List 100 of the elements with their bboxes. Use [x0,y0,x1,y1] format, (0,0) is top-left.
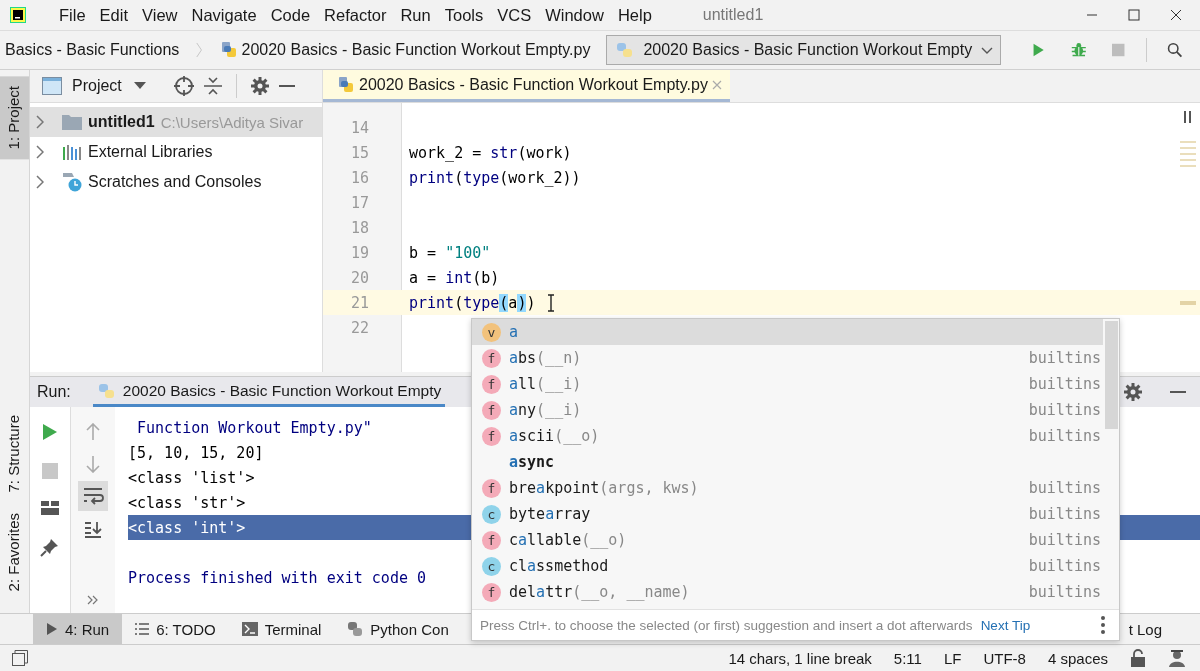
more-icon[interactable] [87,595,99,605]
suggestion[interactable]: a [509,323,519,341]
search-icon[interactable] [1167,40,1183,60]
tool-window-tab[interactable]: 1: Project [0,76,29,160]
suggestion[interactable]: delattr(__o, __name) [509,583,690,601]
suggestion[interactable]: bytea rray [509,505,591,523]
menu-item[interactable]: File [52,5,93,25]
suggestion[interactable]: ascii(__o) [509,427,600,445]
next-tip-link[interactable]: Next Tip [980,617,1031,633]
run-icon[interactable] [42,423,58,441]
run-icon[interactable] [1032,41,1045,59]
maximize-icon[interactable] [1128,9,1140,21]
breadcrumb[interactable]: 20020 Basics - Basic Function Workout Empty.py [219,41,591,59]
hint-text: Press Ctrl+. to choose the selected (or first) suggestion and insert a dot afterwards [480,617,973,633]
suggestion-source: builtins [1028,479,1101,497]
play-icon [46,622,58,636]
type-badge: f [482,478,501,498]
suggestion-source: builtins [1028,401,1101,419]
collapse-icon[interactable] [203,76,222,96]
person-icon[interactable] [1168,649,1186,667]
suggestion[interactable]: callable(__o) [509,531,627,549]
scroll-to-end-icon[interactable] [83,519,103,539]
tool-window-tab[interactable]: 2: Favorites [0,502,29,601]
suggestion-source: builtins [1028,505,1101,523]
terminal-icon [241,622,258,636]
menu-item[interactable]: Help [610,5,659,25]
window-icon [42,77,62,95]
menu-item[interactable]: Navigate [184,5,264,25]
type-badge: f [482,400,501,420]
tool-window-tab[interactable]: 7: Structure [0,405,29,503]
app-logo-icon [10,7,26,23]
minimize-icon[interactable] [1170,390,1186,394]
menu-item[interactable]: Tools [437,5,491,25]
menu-item[interactable]: Edit [92,5,136,25]
suggestion[interactable]: classmethod [509,557,609,575]
code-line: a = int(b) [409,268,500,287]
tool-window-tab[interactable]: 4: Run [33,614,123,644]
line-number: 16 [349,168,369,187]
layout-icon[interactable] [41,501,59,515]
line-number: 19 [349,243,369,262]
minimize-icon[interactable] [278,84,295,88]
chevron-down-icon [980,45,995,55]
suggestion[interactable]: async [509,453,555,471]
tree-item[interactable]: Scratches and Consoles [88,173,262,191]
line-number: 17 [349,193,369,212]
chevron-icon[interactable] [36,175,44,189]
tree-item[interactable]: untitled1 [88,113,155,131]
python-file-icon [219,41,238,59]
run-configuration-dropdown[interactable]: 20020 Basics - Basic Function Workout Empty [606,35,1002,65]
menu-item[interactable]: VCS [490,5,539,25]
gear-icon[interactable] [1124,383,1142,401]
status-item[interactable]: 4 spaces [1047,649,1108,667]
panel-title[interactable]: Project [72,77,122,95]
menu-item[interactable]: Run [393,5,438,25]
gear-icon[interactable] [250,77,269,95]
chevron-icon[interactable] [36,115,44,129]
suggestion[interactable]: breakpoint(args, kws) [509,479,699,497]
code-line: b = "100" [409,243,491,262]
menu-item[interactable]: Window [538,5,611,25]
pin-icon[interactable] [40,537,60,557]
tool-window-tab[interactable]: 6: TODO [122,614,229,644]
chevron-icon[interactable] [36,145,44,159]
console-line: [5, 10, 15, 20] [128,443,264,462]
more-icon[interactable] [1101,616,1105,634]
scroll-markers-icon [1180,141,1196,167]
tool-window-tab[interactable]: Terminal [228,614,335,644]
status-item[interactable]: UTF-8 [983,649,1026,667]
status-item[interactable]: 14 chars, 1 line break [728,649,872,667]
suggestion[interactable]: abs(__n) [509,349,582,367]
soft-wrap-icon[interactable] [78,481,108,511]
menu-item[interactable]: Code [263,5,318,25]
status-item[interactable]: LF [943,649,962,667]
tree-item[interactable]: External Libraries [88,143,213,161]
suggestion[interactable]: any(__i) [509,401,582,419]
lock-icon[interactable] [1130,649,1146,667]
type-badge: f [482,582,501,602]
suggestion[interactable]: all(__i) [509,375,582,393]
bar-chart-icon [62,144,82,160]
scrollbar[interactable] [1105,321,1118,429]
breadcrumb[interactable]: Basics - Basic Functions [5,41,180,59]
tool-window-tab[interactable]: t Log [1124,614,1166,644]
close-icon[interactable] [1170,9,1182,21]
menu-item[interactable]: View [135,5,185,25]
tool-window-tab[interactable]: Python Con [334,614,462,644]
python-icon [347,621,364,637]
code-line: print(type(work_2)) [409,168,581,187]
line-number: 20 [349,268,369,287]
crosshair-icon[interactable] [173,76,194,96]
suggestion-source: builtins [1028,557,1101,575]
console-line: <class 'int'> [128,518,246,537]
type-badge: v [482,322,501,342]
suggestion-source: builtins [1028,349,1101,367]
caret-icon[interactable] [133,82,146,90]
editor-tab[interactable]: 20020 Basics - Basic Function Workout Empty.py [323,70,730,102]
python-file-icon [337,75,355,94]
line-number: 18 [349,218,369,237]
status-item[interactable]: 5:11 [893,649,922,667]
chevron-icon [196,40,203,60]
menu-item[interactable]: Refactor [317,5,394,25]
window-icon[interactable] [12,650,28,666]
